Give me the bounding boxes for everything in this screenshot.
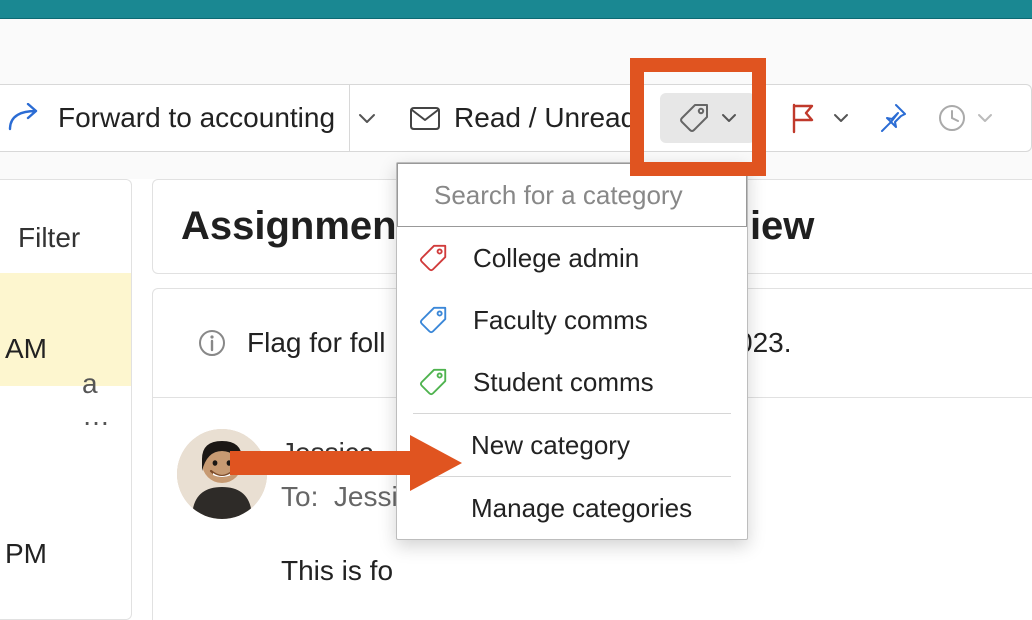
- message-list-sidebar: Filter AM a … PM: [0, 179, 132, 620]
- category-search-input[interactable]: [434, 180, 769, 211]
- new-category-item[interactable]: New category: [397, 414, 747, 476]
- category-item-faculty-comms[interactable]: Faculty comms: [397, 289, 747, 351]
- preview-time: PM: [5, 538, 47, 569]
- forward-arrow-icon: [8, 103, 48, 133]
- chevron-down-icon: [833, 113, 849, 123]
- tag-icon: [419, 243, 449, 273]
- flag-followup-text: Flag for foll: [247, 327, 386, 359]
- category-item-college-admin[interactable]: College admin: [397, 227, 747, 289]
- preview-time: AM: [5, 333, 47, 365]
- flag-info-row: Flag for foll 023.: [197, 327, 386, 359]
- flag-dropdown[interactable]: [833, 109, 849, 127]
- window-title-bar: [0, 0, 1032, 19]
- flag-icon: [789, 102, 817, 134]
- sender-avatar[interactable]: [177, 429, 267, 519]
- clock-icon: [937, 103, 967, 133]
- read-unread-button[interactable]: Read / Unread: [454, 102, 636, 134]
- filter-button[interactable]: Filter: [18, 222, 80, 254]
- category-label: College admin: [473, 243, 639, 274]
- tag-icon: [419, 367, 449, 397]
- pin-icon: [877, 102, 909, 134]
- manage-categories-label: Manage categories: [471, 493, 692, 524]
- forward-quickstep-button[interactable]: Forward to accounting: [58, 102, 335, 134]
- category-label: Student comms: [473, 367, 654, 398]
- category-item-student-comms[interactable]: Student comms: [397, 351, 747, 413]
- message-list-item-selected[interactable]: AM a …: [0, 273, 131, 386]
- manage-categories-item[interactable]: Manage categories: [397, 477, 747, 539]
- snooze-button[interactable]: [937, 103, 967, 133]
- flag-button[interactable]: [789, 102, 817, 134]
- new-category-label: New category: [471, 430, 630, 461]
- message-body-text: This is fo: [281, 555, 393, 587]
- tag-icon: [419, 305, 449, 335]
- pin-button[interactable]: [877, 102, 909, 134]
- recipient-line: To: Jessic: [281, 481, 412, 513]
- categorize-dropdown: College admin Faculty comms Student comm…: [396, 162, 748, 540]
- message-list-item[interactable]: PM: [0, 538, 131, 568]
- message-toolbar: Forward to accounting Read / Unread: [0, 84, 1032, 152]
- annotation-highlight-box: [630, 58, 766, 176]
- snooze-dropdown[interactable]: [977, 109, 993, 127]
- info-icon: [197, 328, 227, 358]
- chevron-down-icon: [977, 113, 993, 123]
- preview-snippet: a …: [82, 368, 131, 432]
- forward-quickstep-dropdown[interactable]: [350, 85, 384, 151]
- sender-name: Jessica: [281, 437, 374, 469]
- category-label: Faculty comms: [473, 305, 648, 336]
- envelope-icon: [408, 104, 442, 132]
